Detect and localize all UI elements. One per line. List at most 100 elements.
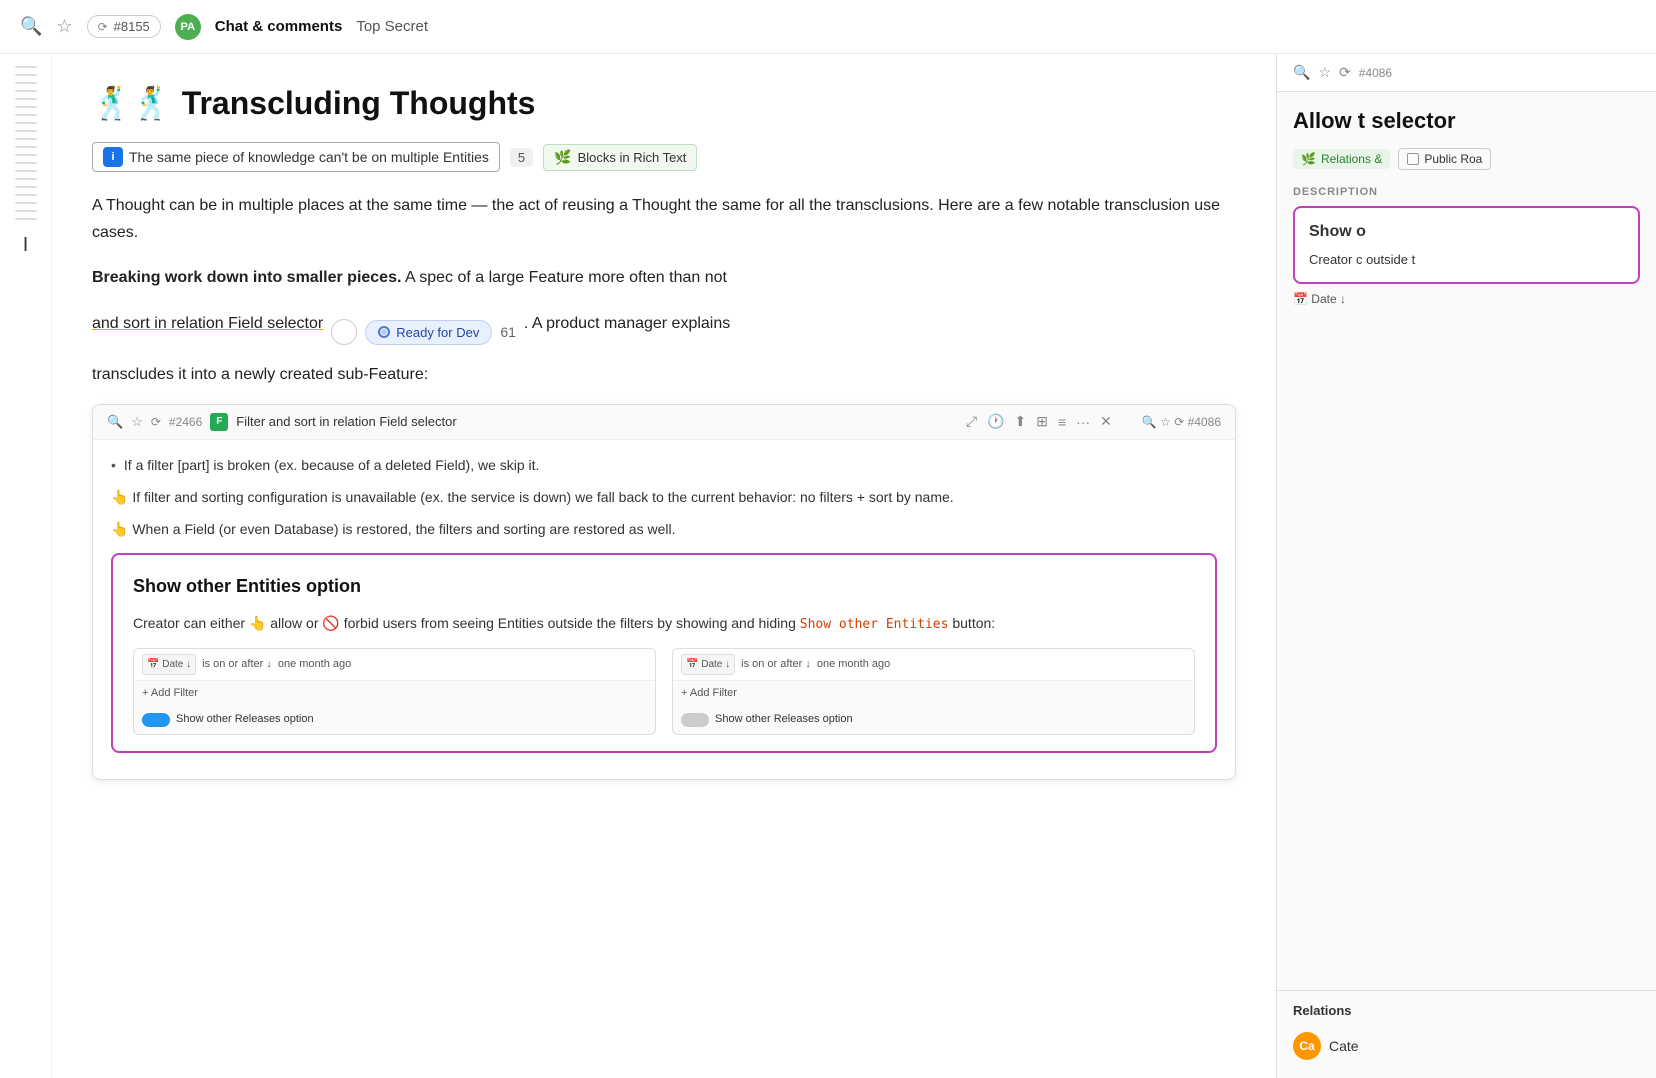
- window-title: Filter and sort in relation Field select…: [236, 414, 958, 429]
- body-text-2: Breaking work down into smaller pieces. …: [92, 264, 1236, 291]
- window-titlebar: 🔍 ☆ ⟳ #2466 F Filter and sort in relatio…: [93, 405, 1235, 440]
- rp-leaf-tag[interactable]: 🌿 Relations &: [1293, 149, 1390, 169]
- blocks-badge[interactable]: 🌿 Blocks in Rich Text: [543, 144, 697, 171]
- toggle-off[interactable]: [681, 713, 709, 727]
- rp-desc-box: Show o Creator c outside t: [1293, 206, 1640, 284]
- gutter-line: [15, 186, 37, 188]
- gutter-line: [15, 138, 37, 140]
- mini-shot-1: 📅 Date ↓ is on or after ↓ one month ago …: [133, 648, 656, 735]
- search-icon[interactable]: 🔍: [20, 16, 42, 37]
- show-option-2: Show other Releases option: [673, 705, 1194, 734]
- more-icon[interactable]: ···: [1076, 414, 1090, 430]
- window-search-icon[interactable]: 🔍: [107, 414, 123, 430]
- rp-search-icon[interactable]: 🔍: [1293, 64, 1310, 81]
- body-text-1: A Thought can be in multiple places at t…: [92, 192, 1236, 246]
- date-select-2[interactable]: 📅 Date ↓: [681, 654, 735, 675]
- mini-shot-bar-1: 📅 Date ↓ is on or after ↓ one month ago: [134, 649, 655, 681]
- issue-id-badge[interactable]: ⟳ #8155: [87, 15, 161, 38]
- expand-icon[interactable]: ⤢: [966, 413, 977, 430]
- gutter-line: [15, 106, 37, 108]
- cursor-icon[interactable]: I: [23, 234, 29, 257]
- info-icon: i: [103, 147, 123, 167]
- toggle-on[interactable]: [142, 713, 170, 727]
- cate-avatar: Ca: [1293, 1032, 1321, 1060]
- relations-cate-item[interactable]: Ca Cate: [1293, 1026, 1640, 1066]
- window-star-icon[interactable]: ☆: [131, 414, 143, 430]
- add-filter-2[interactable]: + Add Filter: [673, 681, 1194, 706]
- gutter-line: [15, 210, 37, 212]
- page-title: 🕺🕺 Transcluding Thoughts: [92, 84, 1236, 122]
- rp-star-icon[interactable]: ☆: [1318, 64, 1331, 81]
- knowledge-badge[interactable]: i The same piece of knowledge can't be o…: [92, 142, 500, 172]
- date-select-1[interactable]: 📅 Date ↓: [142, 654, 196, 675]
- window-issue-ref: #2466: [169, 415, 202, 429]
- sort-icon[interactable]: ≡: [1058, 414, 1066, 430]
- gutter-line: [15, 66, 37, 68]
- gutter-line: [15, 170, 37, 172]
- rp-checkbox-tag[interactable]: Public Roa: [1398, 148, 1491, 170]
- rp-issue-ref: #4086: [1359, 66, 1392, 80]
- leaf-icon-small: 🌿: [1301, 152, 1316, 166]
- gutter-line: [15, 98, 37, 100]
- rp-title: Allow t selector: [1293, 108, 1640, 134]
- layout-icon[interactable]: ⊞: [1036, 413, 1048, 430]
- value-1: one month ago: [278, 655, 351, 674]
- window-ref: ⟳: [151, 415, 161, 429]
- star-icon[interactable]: ☆: [56, 16, 72, 37]
- rp-tag-row: 🌿 Relations & Public Roa: [1293, 148, 1640, 170]
- relations-section: Relations Ca Cate: [1277, 990, 1656, 1078]
- gutter-line: [15, 162, 37, 164]
- window-actions: ⤢ 🕐 ⬆ ⊞ ≡ ··· ✕ 🔍 ☆ ⟳ #4086: [966, 413, 1221, 430]
- title-text: Transcluding Thoughts: [182, 85, 536, 122]
- underline-text: and sort in relation Field selector: [92, 310, 323, 337]
- blocks-label: Blocks in Rich Text: [578, 150, 687, 165]
- inline-badge-row: and sort in relation Field selector Read…: [92, 310, 1236, 355]
- right-ref: 🔍 ☆ ⟳ #4086: [1142, 415, 1221, 429]
- window-app-icon: F: [210, 413, 228, 431]
- relations-label: Relations: [1293, 1003, 1640, 1018]
- bold-section: Breaking work down into smaller pieces.: [92, 269, 401, 286]
- gutter-line: [15, 122, 37, 124]
- right-panel: 🔍 ☆ ⟳ #4086 Allow t selector 🌿 Relations…: [1276, 54, 1656, 1078]
- gutter-line: [15, 202, 37, 204]
- avatar: PA: [175, 14, 201, 40]
- status-dot: [378, 326, 390, 338]
- window-content: • If a filter [part] is broken (ex. beca…: [93, 440, 1235, 779]
- rp-desc-title: Show o: [1309, 220, 1624, 244]
- gutter-line: [15, 154, 37, 156]
- circle-button[interactable]: [331, 319, 357, 345]
- right-panel-topbar: 🔍 ☆ ⟳ #4086: [1277, 54, 1656, 92]
- history-icon[interactable]: 🕐: [987, 413, 1004, 430]
- add-filter-1[interactable]: + Add Filter: [134, 681, 655, 706]
- gutter-line: [15, 146, 37, 148]
- purple-box: Show other Entities option Creator can e…: [111, 553, 1217, 753]
- condition-2: is on or after ↓: [741, 655, 811, 674]
- gutter-line: [15, 90, 37, 92]
- close-icon[interactable]: ✕: [1100, 413, 1112, 430]
- main-layout: I 🕺🕺 Transcluding Thoughts i The same pi…: [0, 54, 1656, 1078]
- show-option-1: Show other Releases option: [134, 705, 655, 734]
- knowledge-row: i The same piece of knowledge can't be o…: [92, 142, 1236, 172]
- sync-icon: ⟳: [98, 20, 108, 34]
- mini-shot-bar-2: 📅 Date ↓ is on or after ↓ one month ago: [673, 649, 1194, 681]
- mini-shot-2: 📅 Date ↓ is on or after ↓ one month ago …: [672, 648, 1195, 735]
- note-item-2: 👆 When a Field (or even Database) is res…: [111, 518, 1217, 542]
- status-label: Ready for Dev: [396, 325, 479, 340]
- knowledge-text: The same piece of knowledge can't be on …: [129, 149, 489, 165]
- rp-section-label: DESCRIPTION: [1293, 186, 1640, 198]
- rp-sync-icon[interactable]: ⟳: [1339, 64, 1351, 81]
- rp-checkbox[interactable]: [1407, 153, 1419, 165]
- purple-box-text: Creator can either 👆 allow or 🚫 forbid u…: [133, 612, 1195, 636]
- bullet-text-1: If a filter [part] is broken (ex. becaus…: [124, 454, 540, 478]
- value-2: one month ago: [817, 655, 890, 674]
- embedded-window: 🔍 ☆ ⟳ #2466 F Filter and sort in relatio…: [92, 404, 1236, 780]
- gutter-line: [15, 82, 37, 84]
- cate-name: Cate: [1329, 1038, 1359, 1054]
- gutter-line: [15, 178, 37, 180]
- gutter-line: [15, 194, 37, 196]
- status-chip[interactable]: Ready for Dev: [365, 320, 492, 345]
- leaf-icon: 🌿: [554, 149, 571, 166]
- page-title-topbar: Chat & comments: [215, 18, 343, 35]
- share-icon[interactable]: ⬆: [1014, 413, 1026, 430]
- gutter-line: [15, 130, 37, 132]
